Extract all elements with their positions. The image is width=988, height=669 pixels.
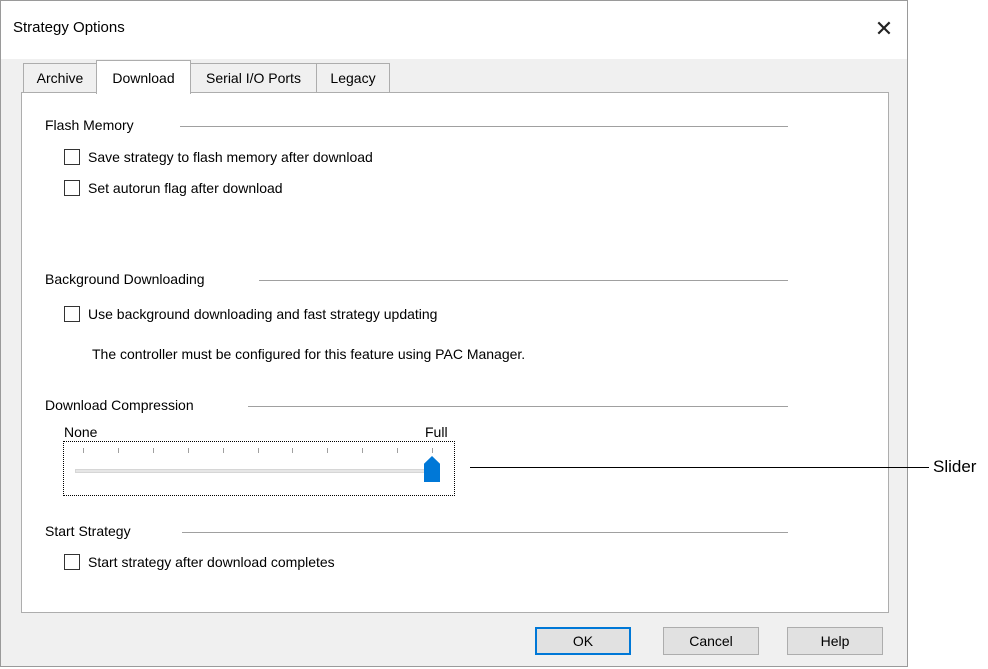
slider-tick <box>222 448 224 453</box>
slider-tick <box>187 448 189 453</box>
callout-line <box>470 467 929 468</box>
start-strategy-group-title: Start Strategy <box>45 523 131 539</box>
button-label: Help <box>820 633 850 649</box>
compression-slider[interactable] <box>63 441 455 496</box>
download-compression-group-title: Download Compression <box>45 397 194 413</box>
slider-tick <box>362 448 364 453</box>
slider-tick <box>257 448 259 453</box>
pac-manager-note: The controller must be configured for th… <box>92 346 526 362</box>
slider-tick <box>327 448 329 453</box>
slider-max-label: Full <box>425 424 448 440</box>
tab-download[interactable]: Download <box>96 60 191 94</box>
help-button[interactable]: Help <box>787 627 883 655</box>
slider-tick <box>432 448 433 453</box>
group-divider <box>182 532 788 533</box>
tab-label: Serial I/O Ports <box>206 70 301 86</box>
cancel-button[interactable]: Cancel <box>663 627 759 655</box>
group-divider <box>259 280 788 281</box>
background-downloading-checkbox[interactable] <box>64 306 80 322</box>
checkbox-label: Start strategy after download completes <box>88 554 335 570</box>
tab-archive[interactable]: Archive <box>23 63 97 92</box>
button-label: OK <box>572 633 594 649</box>
background-downloading-option[interactable]: Use background downloading and fast stra… <box>64 306 437 322</box>
tab-label: Legacy <box>330 70 376 86</box>
ok-button[interactable]: OK <box>535 627 631 655</box>
slider-tick <box>397 448 399 453</box>
strategy-options-dialog: Strategy Options ✕ Archive Download Seri… <box>0 0 908 667</box>
checkbox-label: Set autorun flag after download <box>88 180 283 196</box>
group-divider <box>248 406 788 407</box>
tab-label: Download <box>112 69 175 86</box>
slider-callout-label: Slider <box>933 457 977 476</box>
save-to-flash-checkbox[interactable] <box>64 149 80 165</box>
checkbox-label: Save strategy to flash memory after down… <box>88 149 373 165</box>
button-label: Cancel <box>689 633 733 649</box>
group-divider <box>180 126 788 127</box>
slider-tick <box>152 448 154 453</box>
start-strategy-option[interactable]: Start strategy after download completes <box>64 554 335 570</box>
close-button[interactable]: ✕ <box>861 1 907 57</box>
slider-tick <box>117 448 119 453</box>
dialog-title: Strategy Options <box>13 19 125 36</box>
tab-label: Archive <box>36 70 84 86</box>
tab-serial-io-ports[interactable]: Serial I/O Ports <box>190 63 317 92</box>
slider-tick <box>292 448 294 453</box>
slider-thumb[interactable] <box>424 456 440 482</box>
title-bar: Strategy Options ✕ <box>1 1 907 59</box>
close-icon: ✕ <box>874 16 894 41</box>
save-to-flash-option[interactable]: Save strategy to flash memory after down… <box>64 149 373 165</box>
set-autorun-option[interactable]: Set autorun flag after download <box>64 180 283 196</box>
download-tab-panel: Flash Memory Save strategy to flash memo… <box>21 92 889 613</box>
checkbox-label: Use background downloading and fast stra… <box>88 306 438 322</box>
slider-min-label: None <box>64 424 98 440</box>
start-strategy-checkbox[interactable] <box>64 554 80 570</box>
slider-tick <box>83 448 84 453</box>
flash-memory-group-title: Flash Memory <box>45 117 134 133</box>
slider-track[interactable] <box>75 469 440 473</box>
set-autorun-checkbox[interactable] <box>64 180 80 196</box>
background-downloading-group-title: Background Downloading <box>45 271 205 287</box>
tab-legacy[interactable]: Legacy <box>316 63 390 92</box>
